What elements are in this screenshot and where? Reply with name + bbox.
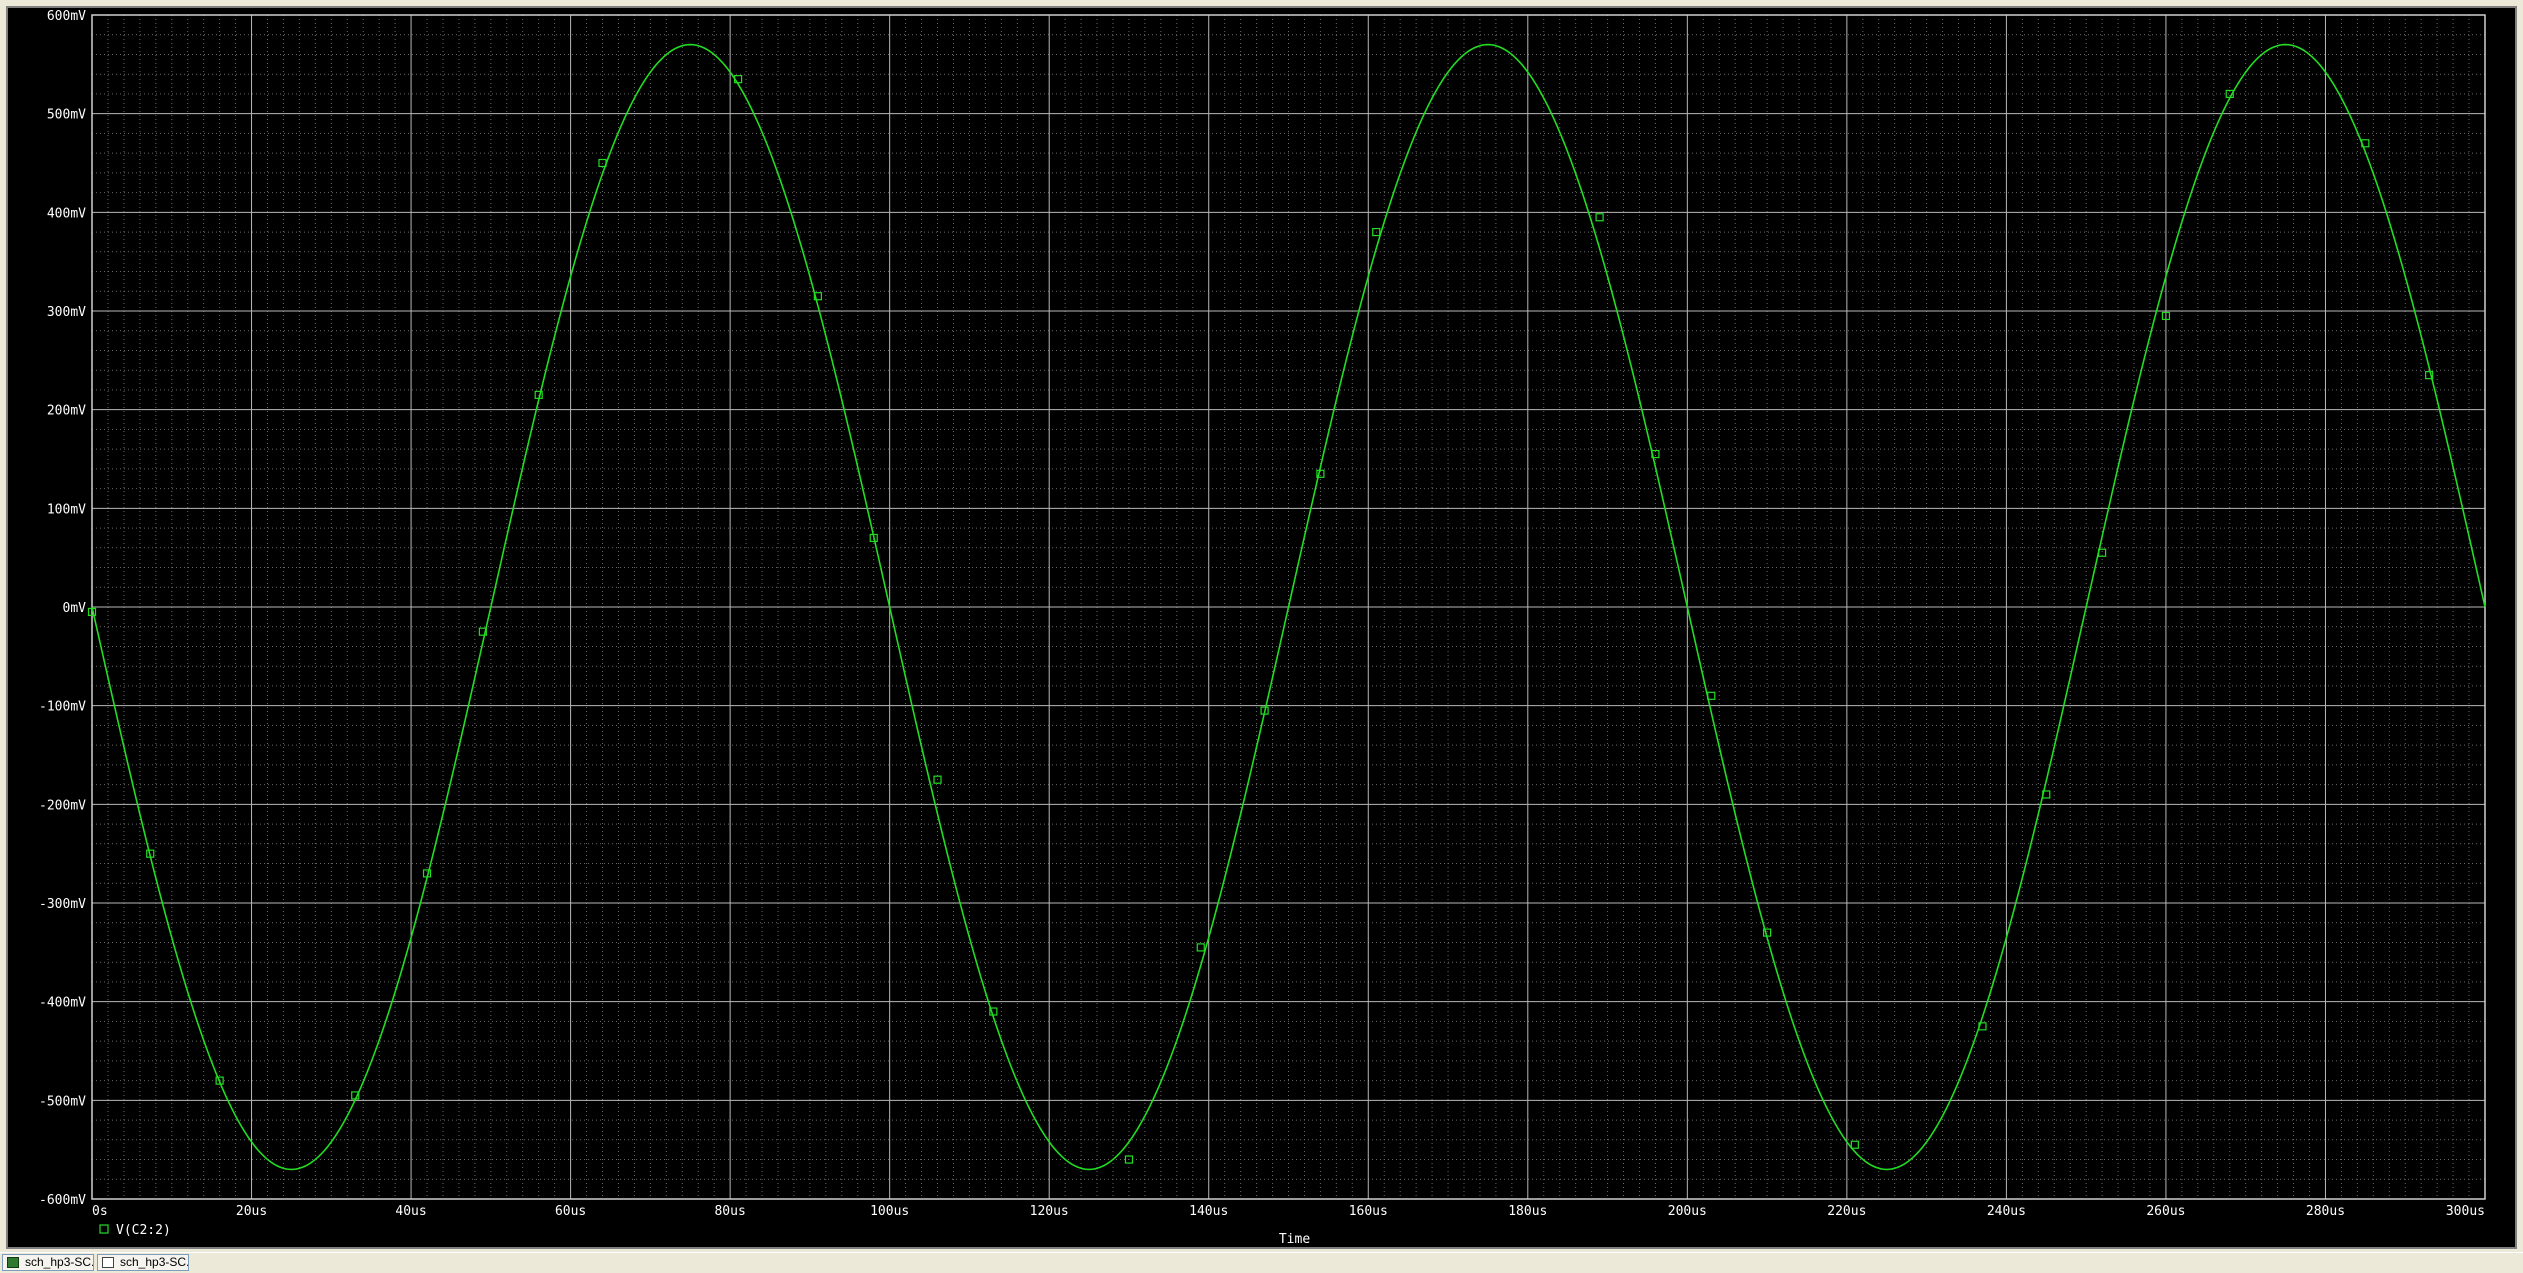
legend-marker	[99, 1224, 109, 1234]
y-tick-label: 600mV	[47, 9, 86, 24]
legend-label[interactable]: V(C2:2)	[116, 1223, 171, 1238]
x-tick-label: 100us	[870, 1204, 909, 1219]
y-tick-label: 0mV	[63, 601, 87, 616]
taskbar-tab-label: sch_hp3-SC...	[120, 1255, 189, 1269]
x-tick-label: 260us	[2146, 1204, 2185, 1219]
x-tick-label: 20us	[236, 1204, 267, 1219]
y-tick-label: -100mV	[39, 700, 86, 715]
chart[interactable]: 600mV 500mV 400mV 300mV 200mV 100mV 0mV -100mV -…	[8, 8, 2515, 1247]
x-tick-label: 60us	[555, 1204, 586, 1219]
x-tick-label: 120us	[1030, 1204, 1069, 1219]
x-tick-label: 220us	[1827, 1204, 1866, 1219]
x-tick-label: 180us	[1508, 1204, 1547, 1219]
x-tick-label: 140us	[1189, 1204, 1228, 1219]
x-tick-label: 240us	[1987, 1204, 2026, 1219]
y-tick-label: 200mV	[47, 404, 86, 419]
plot-window[interactable]: 600mV 500mV 400mV 300mV 200mV 100mV 0mV -100mV -…	[6, 6, 2517, 1249]
taskbar-tab-schematic-2[interactable]: sch_hp3-SC...	[97, 1254, 189, 1271]
x-tick-label: 200us	[1668, 1204, 1707, 1219]
x-tick-label: 80us	[714, 1204, 745, 1219]
y-tick-label: 500mV	[47, 108, 86, 123]
y-tick-label: 400mV	[47, 206, 86, 221]
x-tick-label: 300us	[2446, 1204, 2485, 1219]
app-window: 600mV 500mV 400mV 300mV 200mV 100mV 0mV -100mV -…	[0, 0, 2523, 1273]
taskbar: sch_hp3-SC... sch_hp3-SC...	[0, 1252, 2523, 1273]
y-tick-label: 300mV	[47, 305, 86, 320]
taskbar-tab-schematic-1[interactable]: sch_hp3-SC...	[2, 1254, 94, 1271]
y-tick-label: -400mV	[39, 996, 86, 1011]
x-tick-label: 0s	[92, 1204, 108, 1219]
y-tick-label: -300mV	[39, 897, 86, 912]
x-tick-label: 160us	[1349, 1204, 1388, 1219]
y-tick-label: 100mV	[47, 502, 86, 517]
y-tick-label: -200mV	[39, 798, 86, 813]
x-axis-label: Time	[1279, 1232, 1310, 1247]
x-tick-label: 280us	[2306, 1204, 2345, 1219]
schematic-icon	[7, 1257, 19, 1268]
y-tick-label: -500mV	[39, 1094, 86, 1109]
y-tick-label: -600mV	[39, 1193, 86, 1208]
taskbar-tab-label: sch_hp3-SC...	[25, 1255, 94, 1269]
document-icon	[102, 1257, 114, 1268]
x-tick-label: 40us	[395, 1204, 426, 1219]
